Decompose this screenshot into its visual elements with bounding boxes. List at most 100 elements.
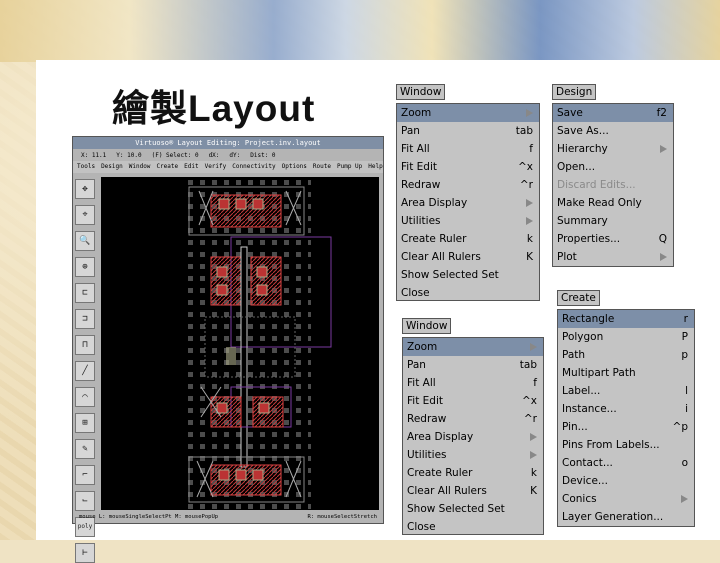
window-menu-item[interactable]: Redraw ^r [397, 176, 539, 194]
create-menu-item[interactable]: Pins From Labels... [558, 436, 694, 454]
mouse-hint-right: R: mouseSelectStretch [307, 514, 377, 520]
create-menu-item-label: Pins From Labels... [562, 439, 660, 451]
window-menu-2-item[interactable]: Clear All Rulers K [403, 482, 543, 500]
window-menu-2-item[interactable]: Zoom [403, 338, 543, 356]
menu-help[interactable]: Help [368, 161, 382, 173]
submenu-arrow-icon [526, 212, 533, 230]
create-menu-item[interactable]: Rectangle r [558, 310, 694, 328]
layout-canvas[interactable] [101, 177, 379, 510]
submenu-arrow-icon [530, 446, 537, 464]
window-menu-2-item[interactable]: Area Display [403, 428, 543, 446]
menu-pumpup[interactable]: Pump Up [337, 161, 362, 173]
window-menu-title-2[interactable]: Window [402, 318, 452, 334]
design-menu-item[interactable]: Save As... [553, 122, 673, 140]
status-y: Y: 10.0 [116, 152, 142, 159]
design-menu-item[interactable]: Make Read Only [553, 194, 673, 212]
create-menu-item-shortcut: P [681, 331, 688, 343]
window-menu-2-item[interactable]: Show Selected Set [403, 500, 543, 518]
ruler-tool-icon[interactable]: ⊢ [75, 543, 95, 563]
menu-connectivity[interactable]: Connectivity [232, 161, 275, 173]
window-menu-item-label: Zoom [401, 107, 432, 119]
create-menu-title[interactable]: Create [557, 290, 600, 306]
design-menu-item[interactable]: Plot [553, 248, 673, 266]
triangle-right-icon [526, 217, 533, 225]
design-menu-item[interactable]: Summary [553, 212, 673, 230]
path-tool-icon[interactable]: ╱ [75, 361, 95, 381]
menu-route[interactable]: Route [313, 161, 331, 173]
window-menu-item[interactable]: Close [397, 284, 539, 302]
create-menu-item[interactable]: Label... l [558, 382, 694, 400]
window-menu-item-label: Pan [401, 125, 420, 137]
window-menu-item[interactable]: Utilities [397, 212, 539, 230]
mouse-hint-left: mouse L: mouseSingleSelectPt M: mousePop… [79, 514, 219, 520]
window-menu-item[interactable]: Clear All Rulers K [397, 248, 539, 266]
zoom-fit-icon[interactable]: ⌖ [75, 205, 95, 225]
create-menu-item-label: Rectangle [562, 313, 615, 325]
design-menu-item[interactable]: Discard Edits... [553, 176, 673, 194]
window-menu-item[interactable]: Pan tab [397, 122, 539, 140]
design-menu-item[interactable]: Properties... Q [553, 230, 673, 248]
window-menu-item[interactable]: Show Selected Set [397, 266, 539, 284]
window-menu-item[interactable]: Create Ruler k [397, 230, 539, 248]
window-menu-2-item[interactable]: Pan tab [403, 356, 543, 374]
design-menu-item[interactable]: Save f2 [553, 104, 673, 122]
create-menu-item-label: Polygon [562, 331, 604, 343]
create-menu-item[interactable]: Device... [558, 472, 694, 490]
design-menu-item[interactable]: Open... [553, 158, 673, 176]
create-menu-item[interactable]: Conics [558, 490, 694, 508]
window-menu-2-item[interactable]: Utilities [403, 446, 543, 464]
design-menu-item-label: Discard Edits... [557, 179, 636, 191]
create-menu: Rectangle r Polygon P Path p Multipart Path Lab… [557, 309, 695, 527]
window-menu-title[interactable]: Window [396, 84, 446, 100]
triangle-right-icon [526, 199, 533, 207]
menu-tools[interactable]: Tools [77, 161, 95, 173]
status-x: X: 11.1 [81, 152, 107, 159]
create-menu-item[interactable]: Contact... o [558, 454, 694, 472]
window-menu-2-item-label: Show Selected Set [407, 503, 505, 515]
zoom-in-icon[interactable]: 🔍 [75, 231, 95, 251]
window-menu-2-item[interactable]: Redraw ^r [403, 410, 543, 428]
window-menu-item[interactable]: Area Display [397, 194, 539, 212]
rectangle-tool-icon[interactable]: ⊏ [75, 283, 95, 303]
design-menu-title[interactable]: Design [552, 84, 597, 100]
menu-edit[interactable]: Edit [184, 161, 198, 173]
menu-verify[interactable]: Verify [205, 161, 227, 173]
menu-window[interactable]: Window [129, 161, 151, 173]
window-menu: Zoom Pan tab Fit All f Fit Edit ^x Redraw ^r Area… [396, 103, 540, 301]
window-menu-2-item[interactable]: Fit Edit ^x [403, 392, 543, 410]
create-menu-item[interactable]: Instance... i [558, 400, 694, 418]
menu-create[interactable]: Create [156, 161, 178, 173]
window-menu-item-label: Fit Edit [401, 161, 437, 173]
window-menu-2-item-shortcut: tab [519, 359, 537, 371]
layout-editor-window: Virtuoso® Layout Editing: Project.inv.la… [72, 136, 384, 563]
move-tool-icon[interactable]: ✥ [75, 179, 95, 199]
design-menu-item[interactable]: Hierarchy [553, 140, 673, 158]
window-menu-item[interactable]: Fit Edit ^x [397, 158, 539, 176]
window-menu-2-item-shortcut: ^r [523, 413, 537, 425]
window-menu-2-item-label: Fit All [407, 377, 436, 389]
edit-tool-icon[interactable]: ✎ [75, 439, 95, 459]
design-menu-item-label: Plot [557, 251, 577, 263]
pin-tool-icon[interactable]: ⌐ [75, 465, 95, 485]
create-menu-item-label: Contact... [562, 457, 613, 469]
window-menu-2-item[interactable]: Fit All f [403, 374, 543, 392]
submenu-arrow-icon [530, 338, 537, 356]
create-menu-item[interactable]: Pin... ^p [558, 418, 694, 436]
create-menu-item[interactable]: Layer Generation... [558, 508, 694, 526]
create-menu-item[interactable]: Path p [558, 346, 694, 364]
window-menu-item[interactable]: Zoom [397, 104, 539, 122]
window-menu-2-item[interactable]: Create Ruler k [403, 464, 543, 482]
create-menu-item[interactable]: Multipart Path [558, 364, 694, 382]
undo-icon[interactable]: ⌒ [75, 387, 95, 407]
window-menu-2-item[interactable]: Close [403, 518, 543, 536]
instance-tool-icon[interactable]: ⊞ [75, 413, 95, 433]
window-menu-item[interactable]: Fit All f [397, 140, 539, 158]
decorative-banner [0, 0, 720, 62]
stretch-tool-icon[interactable]: ⊐ [75, 309, 95, 329]
create-menu-item[interactable]: Polygon P [558, 328, 694, 346]
menu-design[interactable]: Design [101, 161, 123, 173]
menu-options[interactable]: Options [282, 161, 307, 173]
label-tool-icon[interactable]: ⌙ [75, 491, 95, 511]
copy-tool-icon[interactable]: ⊓ [75, 335, 95, 355]
zoom-out-icon[interactable]: ⊕ [75, 257, 95, 277]
